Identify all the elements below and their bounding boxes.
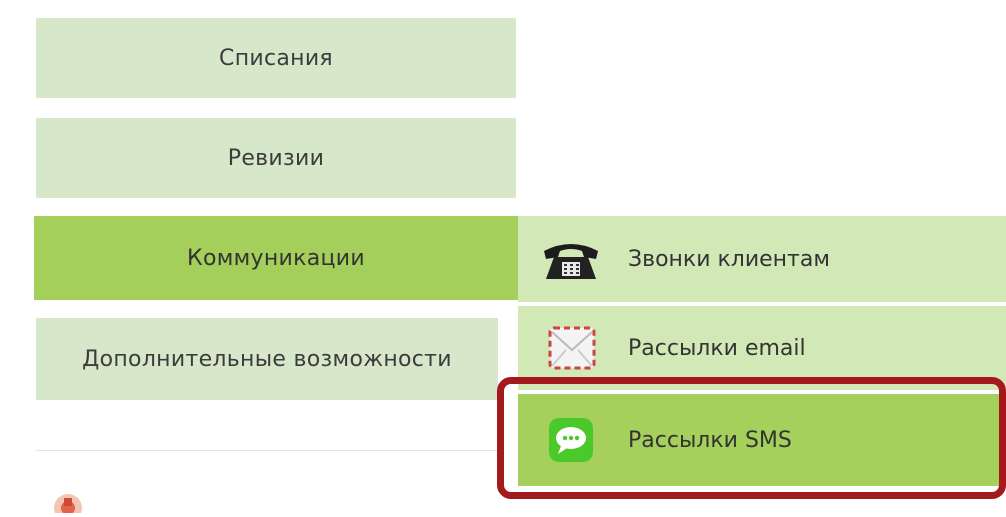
menu-item-label: Дополнительные возможности: [82, 346, 452, 372]
menu-item-revizii[interactable]: Ревизии: [36, 118, 516, 198]
submenu-item-label: Рассылки email: [628, 335, 806, 361]
submenu-item-email[interactable]: Рассылки email: [518, 306, 1006, 392]
menu-item-dopolnitelnye[interactable]: Дополнительные возможности: [36, 318, 498, 400]
menu-item-label: Списания: [219, 45, 333, 71]
menu-item-label: Ревизии: [227, 145, 325, 171]
sms-chat-bubble-icon: [540, 416, 602, 464]
telephone-icon: [540, 235, 602, 283]
menu-divider: [36, 450, 498, 451]
submenu-item-label: Рассылки SMS: [628, 427, 792, 453]
menu-item-kommunikatsii[interactable]: Коммуникации: [34, 216, 518, 300]
partial-logo-icon: [38, 478, 98, 517]
submenu-item-sms[interactable]: Рассылки SMS: [518, 394, 1006, 486]
submenu-item-calls[interactable]: Звонки клиентам: [518, 216, 1006, 304]
menu-item-spisaniya[interactable]: Списания: [36, 18, 516, 98]
email-envelope-icon: [540, 324, 602, 372]
submenu-item-label: Звонки клиентам: [628, 246, 830, 272]
menu-item-label: Коммуникации: [187, 245, 365, 271]
